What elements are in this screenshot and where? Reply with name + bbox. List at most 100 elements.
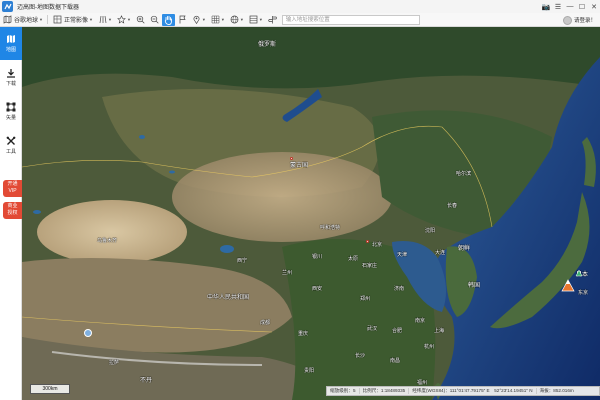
toolbar: 谷歌地球 ▼ 正常影像 ▼ ▼ ▼ ▼ ▼ ▼ ▼ 输入地址搜索位置 请登录！ — [0, 13, 600, 27]
map-canvas[interactable]: 俄罗斯 蒙古国 中华人民共和国 日本 韩国 朝鲜 不丹 北京 乌鲁木齐 兰州 呼… — [22, 27, 600, 400]
city-label: 大连 — [435, 250, 446, 256]
avatar — [562, 15, 572, 25]
window-controls: 📷 ☰ — ☐ ✕ — [540, 0, 600, 13]
search-input[interactable] — [281, 14, 420, 25]
maximize-button[interactable]: ☐ — [576, 1, 588, 13]
location-pin-icon — [193, 15, 200, 24]
sidebar-item-label: 地图 — [5, 47, 16, 53]
city-label: 福州 — [417, 380, 428, 386]
title-bar: 迈高图-地图数据下载器 📷 ☰ — ☐ ✕ — [0, 0, 600, 13]
city-label: 西宁 — [237, 258, 248, 264]
flag-button[interactable] — [176, 14, 189, 26]
app-title: 迈高图-地图数据下载器 — [17, 5, 79, 11]
city-label: 西安 — [312, 286, 323, 292]
vector-icon — [6, 102, 16, 112]
city-label: 拉萨 — [109, 360, 120, 366]
globe-button[interactable]: ▼ — [228, 14, 246, 26]
grid-button[interactable]: ▼ — [209, 14, 227, 26]
city-label: 太原 — [348, 256, 359, 262]
tools-icon — [6, 136, 16, 145]
menu-icon[interactable]: ☰ — [552, 1, 564, 13]
city-label: 呼和浩特 — [320, 225, 341, 231]
sidebar-item-tools[interactable]: 工具 — [0, 129, 22, 162]
coordinate-readout: 经纬度(WGS84)：111°01′47.79175″ E 52°23′14.1… — [409, 388, 537, 394]
city-label: 重庆 — [298, 331, 309, 337]
zoom-in-icon — [136, 15, 145, 24]
sidebar-item-label: 工具 — [5, 149, 16, 155]
satellite-imagery — [22, 27, 600, 400]
city-label: 北京 — [372, 242, 383, 248]
app-window: 迈高图-地图数据下载器 📷 ☰ — ☐ ✕ 谷歌地球 ▼ 正常影像 ▼ ▼ ▼ — [0, 0, 600, 400]
zoom-out-icon — [150, 15, 159, 24]
zoom-in-button[interactable] — [134, 14, 147, 26]
table-icon — [249, 15, 258, 24]
map-book-icon — [3, 15, 12, 24]
elevation-readout: 海拔：852.016m — [539, 388, 574, 393]
scale-bar: 300km — [30, 384, 70, 394]
zoom-level: 缩放级别：5 — [327, 388, 360, 394]
user-login[interactable]: 请登录！ — [562, 13, 596, 27]
city-label: 哈尔滨 — [456, 171, 472, 177]
grid-lines-icon — [99, 15, 107, 24]
imagery-label: 正常影像 — [63, 18, 88, 24]
triangle-marker-icon — [575, 269, 583, 277]
city-label: 南昌 — [390, 358, 401, 364]
app-logo-icon — [2, 1, 13, 12]
city-label: 天津 — [397, 252, 408, 258]
business-license-button[interactable]: 商业 授权 — [3, 202, 22, 219]
mountain-marker-icon — [561, 279, 575, 292]
zoom-out-button[interactable] — [148, 14, 161, 26]
city-label: 杭州 — [424, 344, 435, 350]
signpost-button[interactable] — [266, 14, 279, 26]
capital-marker — [290, 157, 293, 160]
globe-icon — [230, 15, 239, 24]
sidebar-item-download[interactable]: 下载 — [0, 61, 22, 94]
sidebar-item-label: 下载 — [5, 81, 16, 87]
chevron-down-icon: ▼ — [201, 17, 206, 22]
grid-lines-button[interactable]: ▼ — [96, 14, 114, 26]
download-icon — [7, 69, 15, 78]
layers-icon — [53, 15, 62, 24]
snow-marker-icon — [84, 329, 92, 337]
basemap-label: 谷歌地球 — [14, 18, 39, 24]
city-label: 石家庄 — [362, 263, 378, 269]
chevron-down-icon: ▼ — [89, 17, 93, 22]
map-icon — [7, 35, 15, 43]
status-bar: 缩放级别：5 比例尺：1:18489335 经纬度(WGS84)：111°01′… — [326, 386, 600, 396]
hand-icon — [164, 15, 172, 25]
sidebar-item-map[interactable]: 地图 — [0, 27, 22, 60]
country-label: 俄罗斯 — [258, 42, 277, 48]
city-label: 银川 — [312, 254, 323, 260]
star-icon — [117, 15, 126, 24]
imagery-selector[interactable]: 正常影像 ▼ — [51, 14, 95, 26]
chevron-down-icon: ▼ — [107, 17, 112, 22]
country-label: 朝鲜 — [458, 246, 471, 252]
scale-ratio: 比例尺：1:18489335 — [360, 388, 410, 394]
favorite-button[interactable]: ▼ — [115, 14, 133, 26]
chevron-down-icon: ▼ — [39, 17, 43, 22]
city-label: 沈阳 — [425, 228, 436, 234]
sidebar: 地图 下载 矢量 工具 开通 VIP 商业 授权 — [0, 27, 22, 400]
city-label: 成都 — [260, 320, 271, 326]
city-label: 武汉 — [367, 326, 378, 332]
city-label: 长沙 — [355, 353, 366, 359]
city-label: 贵阳 — [304, 368, 315, 374]
screenshot-icon[interactable]: 📷 — [540, 1, 552, 13]
marker-button[interactable]: ▼ — [190, 14, 208, 26]
pan-tool-button[interactable] — [161, 13, 175, 26]
city-label: 上海 — [434, 328, 445, 334]
close-button[interactable]: ✕ — [588, 1, 600, 13]
city-label: 南京 — [415, 318, 426, 324]
basemap-selector[interactable]: 谷歌地球 ▼ — [1, 14, 45, 26]
table-button[interactable]: ▼ — [247, 14, 265, 26]
city-label: 长春 — [447, 203, 458, 209]
divider — [46, 15, 48, 24]
city-label: 东京 — [578, 290, 589, 296]
country-label: 不丹 — [140, 378, 153, 384]
minimize-button[interactable]: — — [564, 1, 576, 13]
vip-promo-button[interactable]: 开通 VIP — [3, 180, 22, 197]
sidebar-item-vector[interactable]: 矢量 — [0, 95, 22, 128]
flag-icon — [179, 15, 186, 24]
sidebar-item-label: 矢量 — [5, 115, 16, 121]
chevron-down-icon: ▼ — [258, 17, 263, 22]
